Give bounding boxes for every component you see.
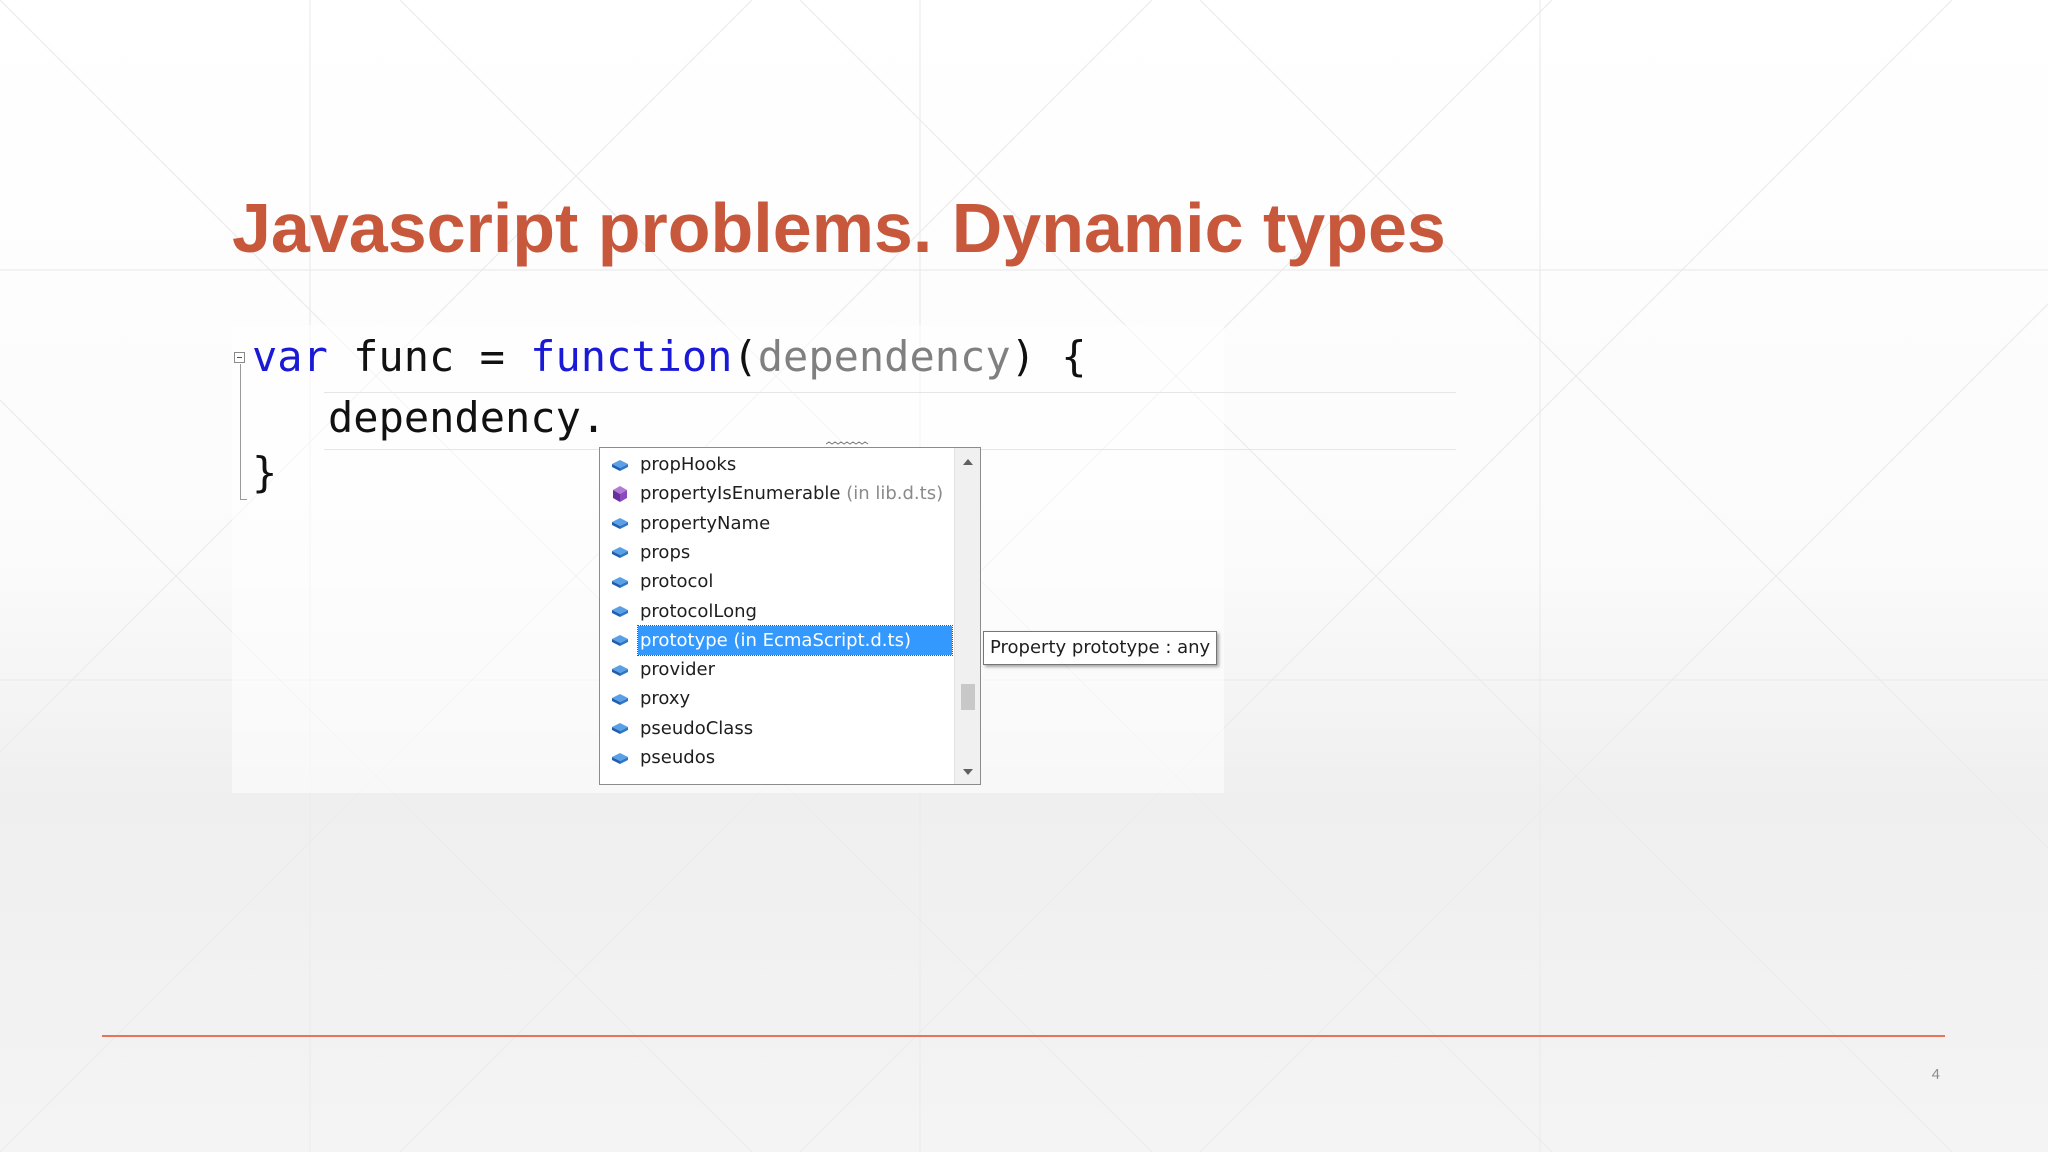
completion-item-label: provider (638, 655, 719, 684)
scroll-down-arrow-icon[interactable] (960, 764, 976, 780)
completion-item[interactable]: props (602, 538, 952, 567)
field-icon (608, 743, 632, 772)
completion-item[interactable]: protocolLong (602, 597, 952, 626)
footer-rule (102, 1035, 1945, 1037)
field-icon (608, 567, 632, 596)
completion-tooltip: Property prototype : any (983, 631, 1218, 665)
completion-item[interactable]: proxy (602, 684, 952, 713)
completion-item-source: (in EcmaScript.d.ts) (727, 629, 911, 651)
completion-item-name: protocol (640, 571, 714, 593)
completion-item-label: pseudoClass (638, 714, 757, 743)
completion-item[interactable]: protocol (602, 567, 952, 596)
completion-item-label: props (638, 538, 694, 567)
completion-item[interactable]: prototype (in EcmaScript.d.ts) (602, 624, 953, 656)
field-icon (608, 597, 632, 626)
completion-item-label: proxy (638, 684, 694, 713)
code-line-1[interactable]: var func = function(dependency) { (252, 331, 1086, 383)
field-icon (608, 655, 632, 684)
completion-item-name: protocolLong (640, 600, 757, 622)
code-parameter: dependency (757, 332, 1011, 381)
completion-item-label: protocolLong (638, 597, 761, 626)
completion-item-label: propertyIsEnumerable (in lib.d.ts) (638, 479, 947, 508)
completion-item-label: protocol (638, 567, 717, 596)
completion-item-label: propertyName (638, 509, 774, 538)
cursor-squiggle (826, 441, 869, 445)
code-line-3[interactable]: } (252, 447, 277, 499)
code-close: ) { (1010, 332, 1087, 381)
page-number: 4 (1931, 1066, 1940, 1083)
completion-item-label: pseudos (638, 743, 719, 772)
code-func-name: func = (327, 332, 531, 381)
completion-item[interactable]: propertyName (602, 509, 952, 538)
completion-item[interactable]: provider (602, 655, 952, 684)
code-line-2[interactable]: dependency. (328, 392, 606, 444)
completion-item-name: pseudos (640, 747, 716, 768)
field-icon (608, 538, 632, 567)
field-icon (608, 626, 632, 655)
keyword-var: var (252, 332, 328, 381)
completion-item-name: proxy (640, 688, 691, 710)
completion-item-name: provider (640, 659, 715, 681)
completion-item[interactable]: propertyIsEnumerable (in lib.d.ts) (602, 479, 952, 508)
keyword-function: function (530, 332, 733, 381)
field-icon (608, 714, 632, 743)
field-icon (608, 450, 632, 479)
completion-item-name: pseudoClass (640, 717, 754, 739)
code-open-paren: ( (732, 332, 758, 381)
completion-item-name: propHooks (640, 454, 737, 475)
completion-item-name: prototype (640, 629, 728, 651)
completion-item[interactable]: pseudoClass (602, 714, 952, 743)
fold-guide (240, 364, 241, 500)
completion-item-source: (in lib.d.ts) (840, 483, 944, 505)
completion-item-name: propertyIsEnumerable (640, 483, 841, 505)
slide: Javascript problems. Dynamic types var f… (0, 0, 2048, 1152)
completion-item[interactable]: propHooks (602, 450, 952, 479)
completion-item[interactable]: pseudos (602, 743, 952, 772)
scroll-up-arrow-icon[interactable] (960, 454, 976, 470)
completion-item-label: prototype (in EcmaScript.d.ts) (637, 624, 953, 656)
scroll-thumb[interactable] (961, 684, 975, 710)
collapse-toggle-icon[interactable] (234, 352, 245, 363)
completion-item-name: props (640, 541, 691, 563)
method-icon (608, 479, 632, 508)
fold-guide-end (240, 499, 247, 500)
completion-list[interactable]: propHooks propertyIsEnumerable (in lib.d.… (599, 447, 981, 785)
completion-item-label: propHooks (638, 450, 740, 479)
completion-scrollbar[interactable] (954, 448, 980, 784)
slide-title: Javascript problems. Dynamic types (232, 189, 1446, 267)
field-icon (608, 509, 632, 538)
completion-item-name: propertyName (640, 512, 771, 534)
field-icon (608, 684, 632, 713)
